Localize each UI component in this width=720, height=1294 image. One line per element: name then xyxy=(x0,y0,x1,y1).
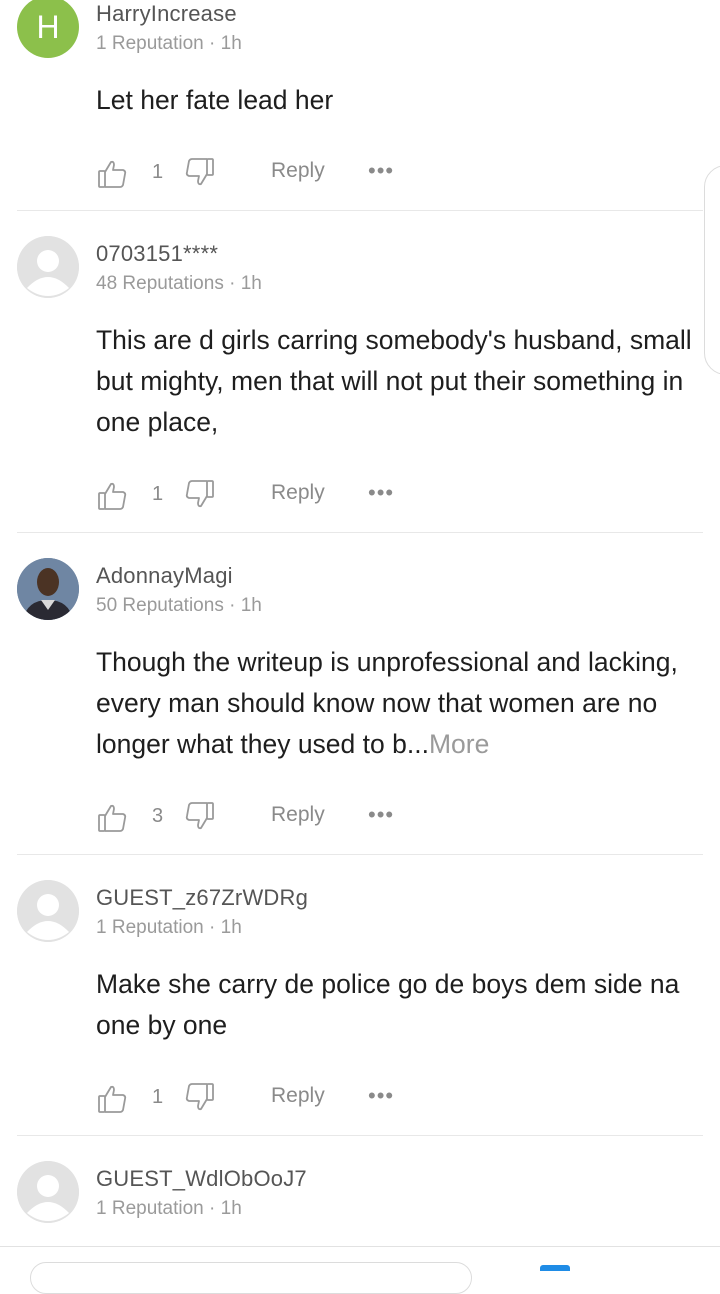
more-options-icon[interactable]: ••• xyxy=(368,1083,394,1109)
more-link[interactable]: More xyxy=(429,729,489,759)
like-count: 1 xyxy=(152,161,164,183)
divider xyxy=(17,1135,703,1136)
avatar-letter: H xyxy=(36,9,60,45)
comment-meta: 1 Reputation · 1h xyxy=(96,33,242,55)
like-count: 1 xyxy=(152,1086,164,1108)
thumbs-down-icon[interactable] xyxy=(184,156,216,193)
meta-separator: · xyxy=(209,33,216,54)
reputation: 1 Reputation xyxy=(96,917,204,938)
username[interactable]: GUEST_z67ZrWDRg xyxy=(96,885,308,911)
comment-meta: 50 Reputations · 1h xyxy=(96,595,262,617)
avatar[interactable] xyxy=(17,236,79,298)
comment-body: Make she carry de police go de boys dem … xyxy=(96,964,700,1046)
divider xyxy=(17,210,703,211)
comment-body: This are d girls carring somebody's husb… xyxy=(96,320,700,443)
comment-actions: 1 Reply ••• xyxy=(96,480,416,514)
avatar[interactable] xyxy=(17,558,79,620)
more-options-icon[interactable]: ••• xyxy=(368,802,394,828)
comment-text: This are d girls carring somebody's husb… xyxy=(96,325,692,437)
username[interactable]: 0703151**** xyxy=(96,241,218,267)
bottom-accent-icon[interactable] xyxy=(540,1265,570,1271)
avatar[interactable] xyxy=(17,1161,79,1223)
username[interactable]: AdonnayMagi xyxy=(96,563,233,589)
divider xyxy=(17,532,703,533)
default-avatar-icon xyxy=(17,236,79,298)
thumbs-up-icon[interactable] xyxy=(96,158,128,195)
reply-button[interactable]: Reply xyxy=(271,159,325,183)
reply-button[interactable]: Reply xyxy=(271,481,325,505)
comment-actions: 1 Reply ••• xyxy=(96,1083,416,1117)
timestamp: 1h xyxy=(220,33,242,54)
meta-separator: · xyxy=(209,1198,216,1219)
reply-button[interactable]: Reply xyxy=(271,1084,325,1108)
reputation: 1 Reputation xyxy=(96,1198,204,1219)
thumbs-up-icon[interactable] xyxy=(96,1083,128,1120)
comment-text: Make she carry de police go de boys dem … xyxy=(96,969,680,1040)
reply-button[interactable]: Reply xyxy=(271,803,325,827)
comment-meta: 48 Reputations · 1h xyxy=(96,273,262,295)
thumbs-down-icon[interactable] xyxy=(184,800,216,837)
default-avatar-icon xyxy=(17,1161,79,1223)
more-options-icon[interactable]: ••• xyxy=(368,158,394,184)
comment-input[interactable] xyxy=(30,1262,472,1294)
comment-text: Though the writeup is unprofessional and… xyxy=(96,647,678,759)
like-count: 3 xyxy=(152,805,164,827)
timestamp: 1h xyxy=(240,273,262,294)
timestamp: 1h xyxy=(220,1198,242,1219)
comment-actions: 1 Reply ••• xyxy=(96,158,416,192)
meta-separator: · xyxy=(229,595,236,616)
thumbs-up-icon[interactable] xyxy=(96,802,128,839)
divider xyxy=(17,854,703,855)
like-count: 1 xyxy=(152,483,164,505)
avatar[interactable] xyxy=(17,880,79,942)
comment-body: Let her fate lead her xyxy=(96,80,700,121)
meta-separator: · xyxy=(229,273,236,294)
more-options-icon[interactable]: ••• xyxy=(368,480,394,506)
thumbs-up-icon[interactable] xyxy=(96,480,128,517)
reputation: 48 Reputations xyxy=(96,273,224,294)
comment-actions: 3 Reply ••• xyxy=(96,802,416,836)
default-avatar-icon xyxy=(17,880,79,942)
username[interactable]: GUEST_WdlObOoJ7 xyxy=(96,1166,307,1192)
comment-meta: 1 Reputation · 1h xyxy=(96,917,242,939)
timestamp: 1h xyxy=(220,917,242,938)
meta-separator: · xyxy=(209,917,216,938)
timestamp: 1h xyxy=(240,595,262,616)
avatar[interactable]: H xyxy=(17,0,79,58)
comment-text: Let her fate lead her xyxy=(96,85,334,115)
reputation: 50 Reputations xyxy=(96,595,224,616)
thumbs-down-icon[interactable] xyxy=(184,478,216,515)
comment-meta: 1 Reputation · 1h xyxy=(96,1198,242,1220)
comment-body: Though the writeup is unprofessional and… xyxy=(96,642,700,765)
user-photo-icon xyxy=(17,558,79,620)
thumbs-down-icon[interactable] xyxy=(184,1081,216,1118)
username[interactable]: HarryIncrease xyxy=(96,1,237,27)
side-scroll-tab[interactable] xyxy=(704,165,720,375)
reputation: 1 Reputation xyxy=(96,33,204,54)
